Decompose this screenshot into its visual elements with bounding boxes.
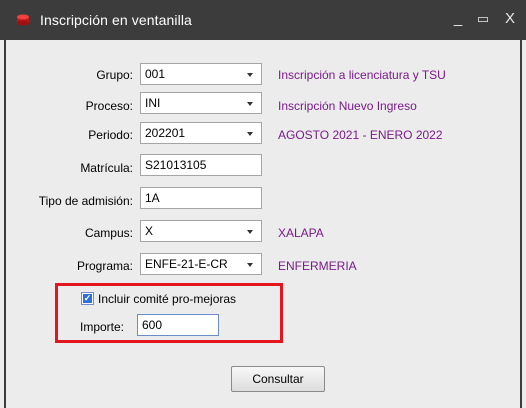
campus-label: Campus: [84, 226, 133, 240]
incluir-comite-checkbox[interactable]: ✓ [81, 292, 94, 305]
proceso-value: INI [145, 96, 161, 110]
grupo-label: Grupo: [96, 68, 133, 82]
tipo-admision-value: 1A [145, 191, 160, 205]
chevron-down-icon[interactable] [247, 102, 253, 106]
campus-select[interactable]: X [140, 220, 262, 242]
periodo-select[interactable]: 202201 [140, 122, 262, 144]
matricula-field[interactable]: S21013105 [140, 154, 262, 176]
proceso-description: Inscripción Nuevo Ingreso [278, 99, 417, 113]
checkmark-icon: ✓ [83, 293, 92, 303]
grupo-select[interactable]: 001 [140, 63, 262, 85]
grupo-description: Inscripción a licenciatura y TSU [278, 68, 446, 82]
proceso-label: Proceso: [85, 99, 133, 113]
window-title: Inscripción en ventanilla [40, 12, 192, 28]
title-bar[interactable]: Inscripción en ventanilla _ ▭ X [0, 0, 526, 40]
window: Inscripción en ventanilla _ ▭ X Grupo: 0… [0, 0, 526, 408]
importe-field[interactable]: 600 [137, 314, 219, 336]
proceso-select[interactable]: INI [140, 92, 262, 114]
matricula-label: Matrícula: [80, 161, 133, 175]
chevron-down-icon[interactable] [247, 132, 253, 136]
close-button[interactable]: X [500, 10, 520, 28]
importe-label: Importe: [80, 320, 125, 334]
chevron-down-icon[interactable] [247, 263, 253, 267]
periodo-label: Periodo: [88, 128, 133, 142]
tipo-admision-field[interactable]: 1A [140, 187, 262, 209]
matricula-value: S21013105 [145, 158, 207, 172]
programa-description: ENFERMERIA [278, 259, 357, 273]
maximize-button[interactable]: ▭ [473, 10, 493, 28]
importe-value: 600 [142, 318, 163, 332]
programa-select[interactable]: ENFE-21-E-CR [140, 253, 262, 275]
chevron-down-icon[interactable] [247, 73, 253, 77]
campus-value: X [145, 224, 154, 238]
incluir-comite-label[interactable]: Incluir comité pro-mejoras [98, 292, 236, 306]
chevron-down-icon[interactable] [247, 230, 253, 234]
consultar-button[interactable]: Consultar [231, 366, 325, 392]
programa-value: ENFE-21-E-CR [145, 257, 228, 271]
tipo-admision-label: Tipo de admisión: [38, 194, 133, 208]
form-panel [4, 40, 522, 408]
programa-label: Programa: [76, 259, 133, 273]
periodo-value: 202201 [145, 126, 186, 140]
periodo-description: AGOSTO 2021 - ENERO 2022 [278, 128, 443, 142]
minimize-button[interactable]: _ [448, 10, 468, 28]
app-icon [17, 14, 29, 26]
campus-description: XALAPA [278, 226, 324, 240]
grupo-value: 001 [145, 67, 166, 81]
